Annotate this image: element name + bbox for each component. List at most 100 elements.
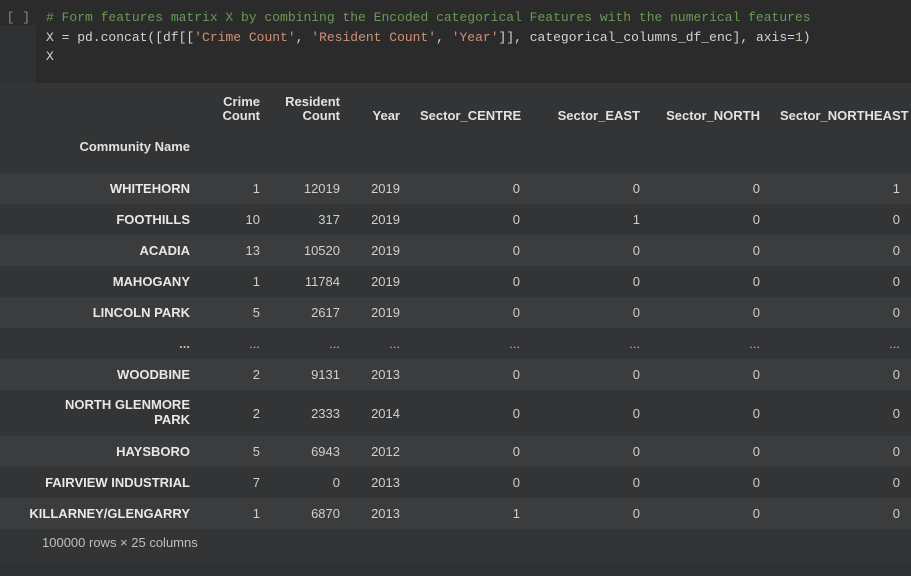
- cell: 0: [410, 204, 530, 235]
- row-index: ACADIA: [0, 235, 200, 266]
- cell: 0: [530, 436, 650, 467]
- cell: 0: [530, 498, 650, 529]
- col-header: Sector_NORTHEAST: [770, 83, 910, 135]
- cell: ...: [650, 328, 770, 359]
- cell: 2019: [350, 266, 410, 297]
- code-comment: # Form features matrix X by combining th…: [46, 10, 811, 25]
- cell: 2012: [350, 436, 410, 467]
- cell: ...: [200, 328, 270, 359]
- col-header: Sector_NORTH: [650, 83, 770, 135]
- cell: ...: [410, 328, 530, 359]
- cell: 0: [410, 467, 530, 498]
- cell: 0: [650, 297, 770, 328]
- table-row: ........................: [0, 328, 911, 359]
- col-header: ResidentCount: [270, 83, 350, 135]
- cell: 0: [530, 390, 650, 436]
- cell: 2013: [350, 498, 410, 529]
- cell-output: CrimeCount ResidentCount Year Sector_CEN…: [0, 83, 911, 563]
- row-index: HAYSBORO: [0, 436, 200, 467]
- col-header: Sector_CENTRE: [410, 83, 530, 135]
- cell: 0: [770, 436, 910, 467]
- cell: 0: [410, 359, 530, 390]
- cell: 0: [650, 359, 770, 390]
- cell: 5: [200, 297, 270, 328]
- cell: ...: [770, 328, 910, 359]
- code-string: 'Resident Count': [311, 30, 436, 45]
- table-body: WHITEHORN11201920190001FOOTHILLS10317201…: [0, 173, 911, 529]
- table-row: LINCOLN PARK5261720190000: [0, 297, 911, 328]
- code-token: ): [803, 30, 811, 45]
- cell: 0: [270, 467, 350, 498]
- cell: 0: [650, 467, 770, 498]
- table-row: KILLARNEY/GLENGARRY1687020131000: [0, 498, 911, 529]
- cell: 5: [200, 436, 270, 467]
- cell: 0: [650, 204, 770, 235]
- cell: 10: [200, 204, 270, 235]
- cell: 12019: [270, 173, 350, 204]
- cell: 0: [530, 173, 650, 204]
- code-cell: [ ] # Form features matrix X by combinin…: [0, 0, 911, 83]
- code-editor[interactable]: # Form features matrix X by combining th…: [36, 0, 911, 83]
- cell: 2013: [350, 359, 410, 390]
- code-token: ,: [436, 30, 452, 45]
- cell: 6870: [270, 498, 350, 529]
- cell: 0: [650, 390, 770, 436]
- cell: 2014: [350, 390, 410, 436]
- cell: 0: [770, 359, 910, 390]
- cell: 1: [200, 266, 270, 297]
- cell: 2: [200, 359, 270, 390]
- row-index: MAHOGANY: [0, 266, 200, 297]
- dataframe-table: CrimeCount ResidentCount Year Sector_CEN…: [0, 83, 911, 530]
- table-row: ACADIA131052020190000: [0, 235, 911, 266]
- cell: 2: [200, 390, 270, 436]
- cell: 0: [770, 297, 910, 328]
- cell: 0: [530, 467, 650, 498]
- row-index: LINCOLN PARK: [0, 297, 200, 328]
- dataframe-dims: 100000 rows × 25 columns: [0, 529, 911, 562]
- code-token: ,: [296, 30, 312, 45]
- row-index: WHITEHORN: [0, 173, 200, 204]
- cell: 0: [650, 266, 770, 297]
- code-string: 'Year': [452, 30, 499, 45]
- cell: 13: [200, 235, 270, 266]
- cell: 0: [770, 390, 910, 436]
- cell: 11784: [270, 266, 350, 297]
- cell: 1: [530, 204, 650, 235]
- cell: 0: [650, 498, 770, 529]
- table-row: WOODBINE2913120130000: [0, 359, 911, 390]
- row-index: WOODBINE: [0, 359, 200, 390]
- table-row: NORTH GLENMOREPARK2233320140000: [0, 390, 911, 436]
- cell: 2019: [350, 204, 410, 235]
- cell-gutter[interactable]: [ ]: [0, 0, 36, 25]
- cell: 2019: [350, 297, 410, 328]
- cell: 7: [200, 467, 270, 498]
- cell: 2019: [350, 235, 410, 266]
- cell: 0: [410, 297, 530, 328]
- cell: 0: [770, 467, 910, 498]
- cell: 317: [270, 204, 350, 235]
- code-token: X = pd.concat([df[[: [46, 30, 194, 45]
- cell: 10520: [270, 235, 350, 266]
- cell: 1: [200, 498, 270, 529]
- cell: 0: [410, 173, 530, 204]
- cell: 2013: [350, 467, 410, 498]
- cell: 0: [410, 390, 530, 436]
- row-index: ...: [0, 328, 200, 359]
- cell: 1: [770, 173, 910, 204]
- code-string: 'Crime Count': [194, 30, 295, 45]
- table-row: FOOTHILLS1031720190100: [0, 204, 911, 235]
- code-token: X: [46, 49, 54, 64]
- cell: 0: [410, 235, 530, 266]
- col-header: Sector_EAST: [530, 83, 650, 135]
- cell: 0: [770, 235, 910, 266]
- cell: 0: [650, 173, 770, 204]
- row-index: FAIRVIEW INDUSTRIAL: [0, 467, 200, 498]
- cell: 0: [770, 204, 910, 235]
- code-number: 1: [795, 30, 803, 45]
- code-token: ]], categorical_columns_df_enc], axis=: [499, 30, 795, 45]
- cell: ...: [270, 328, 350, 359]
- cell: 0: [770, 498, 910, 529]
- row-index: FOOTHILLS: [0, 204, 200, 235]
- row-index: NORTH GLENMOREPARK: [0, 390, 200, 436]
- cell: 0: [530, 266, 650, 297]
